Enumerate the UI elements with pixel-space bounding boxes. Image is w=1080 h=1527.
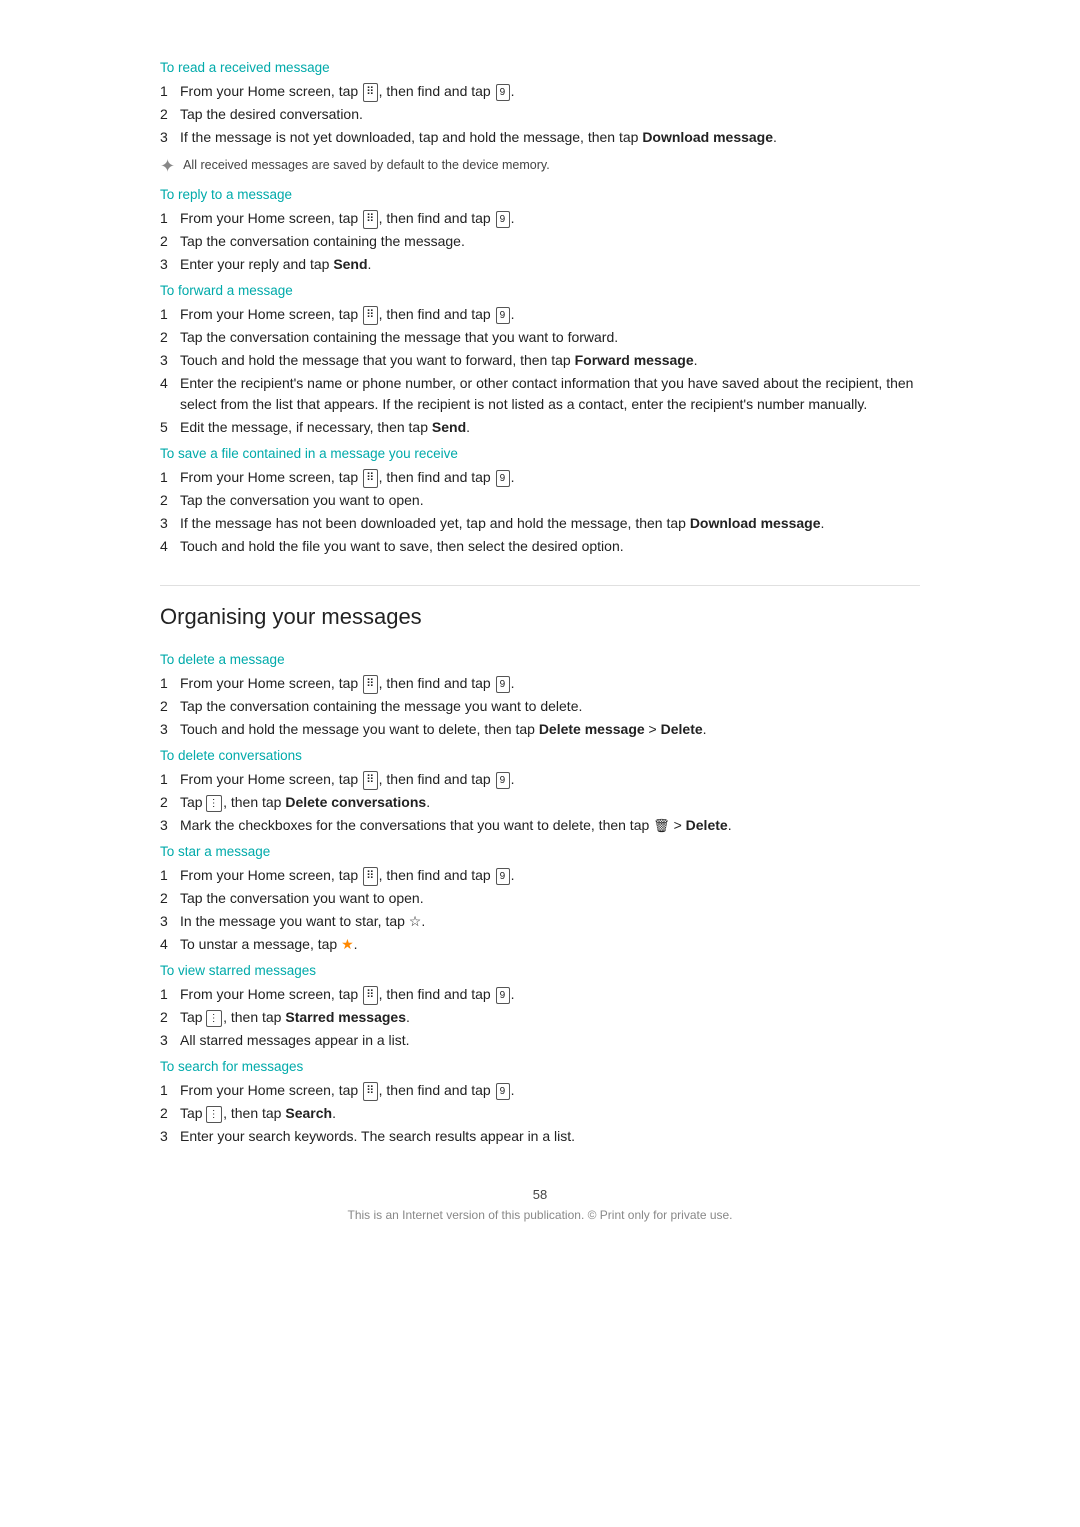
- step-star-2: 2 Tap the conversation you want to open.: [160, 888, 920, 909]
- step-vs-2: 2 Tap⋮, then tap Starred messages.: [160, 1007, 920, 1028]
- step-search-3: 3 Enter your search keywords. The search…: [160, 1126, 920, 1147]
- section-heading-reply: To reply to a message: [160, 187, 920, 202]
- step-read-3: 3 If the message is not yet downloaded, …: [160, 127, 920, 148]
- section-heading-view-starred: To view starred messages: [160, 963, 920, 978]
- steps-delete-msg: 1 From your Home screen, tap ⠿, then fin…: [160, 673, 920, 740]
- steps-search: 1 From your Home screen, tap ⠿, then fin…: [160, 1080, 920, 1147]
- section-star: To star a message 1 From your Home scree…: [160, 844, 920, 955]
- grid-icon: ⠿: [363, 675, 378, 694]
- section-delete-msg: To delete a message 1 From your Home scr…: [160, 652, 920, 740]
- section-heading-read: To read a received message: [160, 60, 920, 75]
- menu-icon: ⋮: [206, 1010, 223, 1027]
- section-heading-star: To star a message: [160, 844, 920, 859]
- section-heading-forward: To forward a message: [160, 283, 920, 298]
- trash-icon: 🗑: [653, 818, 670, 833]
- grid-icon: ⠿: [363, 771, 378, 790]
- steps-view-starred: 1 From your Home screen, tap ⠿, then fin…: [160, 984, 920, 1051]
- step-save-2: 2 Tap the conversation you want to open.: [160, 490, 920, 511]
- step-forward-5: 5 Edit the message, if necessary, then t…: [160, 417, 920, 438]
- tip-row: ✦ All received messages are saved by def…: [160, 156, 920, 177]
- step-star-4: 4 To unstar a message, tap ★.: [160, 934, 920, 955]
- section-read-received: To read a received message 1 From your H…: [160, 60, 920, 177]
- app-icon: 9: [496, 84, 510, 101]
- step-forward-2: 2 Tap the conversation containing the me…: [160, 327, 920, 348]
- step-forward-1: 1 From your Home screen, tap ⠿, then fin…: [160, 304, 920, 325]
- footer-note: This is an Internet version of this publ…: [160, 1208, 920, 1222]
- section-forward: To forward a message 1 From your Home sc…: [160, 283, 920, 438]
- step-save-3: 3 If the message has not been downloaded…: [160, 513, 920, 534]
- tip-text: All received messages are saved by defau…: [183, 156, 920, 175]
- app-icon: 9: [496, 470, 510, 487]
- menu-icon: ⋮: [206, 1106, 223, 1123]
- app-icon: 9: [496, 211, 510, 228]
- grid-icon: ⠿: [363, 210, 378, 229]
- step-del-1: 1 From your Home screen, tap ⠿, then fin…: [160, 673, 920, 694]
- step-star-1: 1 From your Home screen, tap ⠿, then fin…: [160, 865, 920, 886]
- step-delconv-1: 1 From your Home screen, tap ⠿, then fin…: [160, 769, 920, 790]
- step-del-3: 3 Touch and hold the message you want to…: [160, 719, 920, 740]
- step-search-1: 1 From your Home screen, tap ⠿, then fin…: [160, 1080, 920, 1101]
- grid-icon: ⠿: [363, 306, 378, 325]
- step-vs-3: 3 All starred messages appear in a list.: [160, 1030, 920, 1051]
- grid-icon: ⠿: [363, 469, 378, 488]
- grid-icon: ⠿: [363, 867, 378, 886]
- menu-icon: ⋮: [206, 795, 223, 812]
- section-delete-conv: To delete conversations 1 From your Home…: [160, 748, 920, 836]
- section-heading-save: To save a file contained in a message yo…: [160, 446, 920, 461]
- app-icon: 9: [496, 868, 510, 885]
- grid-icon: ⠿: [363, 83, 378, 102]
- step-del-2: 2 Tap the conversation containing the me…: [160, 696, 920, 717]
- star-filled-icon: ★: [341, 936, 354, 952]
- page: To read a received message 1 From your H…: [0, 0, 1080, 1527]
- section-save-file: To save a file contained in a message yo…: [160, 446, 920, 557]
- step-search-2: 2 Tap⋮, then tap Search.: [160, 1103, 920, 1124]
- steps-save: 1 From your Home screen, tap ⠿, then fin…: [160, 467, 920, 557]
- app-icon: 9: [496, 1083, 510, 1100]
- section-heading-search: To search for messages: [160, 1059, 920, 1074]
- step-vs-1: 1 From your Home screen, tap ⠿, then fin…: [160, 984, 920, 1005]
- steps-star: 1 From your Home screen, tap ⠿, then fin…: [160, 865, 920, 955]
- step-read-2: 2 Tap the desired conversation.: [160, 104, 920, 125]
- steps-delete-conv: 1 From your Home screen, tap ⠿, then fin…: [160, 769, 920, 836]
- step-forward-4: 4 Enter the recipient's name or phone nu…: [160, 373, 920, 415]
- page-footer: 58 This is an Internet version of this p…: [160, 1187, 920, 1222]
- step-save-4: 4 Touch and hold the file you want to sa…: [160, 536, 920, 557]
- app-icon: 9: [496, 307, 510, 324]
- step-forward-3: 3 Touch and hold the message that you wa…: [160, 350, 920, 371]
- chapter-divider: [160, 585, 920, 586]
- grid-icon: ⠿: [363, 986, 378, 1005]
- app-icon: 9: [496, 772, 510, 789]
- chapter-title: Organising your messages: [160, 604, 920, 630]
- section-heading-delete-msg: To delete a message: [160, 652, 920, 667]
- page-number: 58: [160, 1187, 920, 1202]
- step-reply-3: 3 Enter your reply and tap Send.: [160, 254, 920, 275]
- section-search: To search for messages 1 From your Home …: [160, 1059, 920, 1147]
- step-delconv-3: 3 Mark the checkboxes for the conversati…: [160, 815, 920, 836]
- section-view-starred: To view starred messages 1 From your Hom…: [160, 963, 920, 1051]
- step-reply-2: 2 Tap the conversation containing the me…: [160, 231, 920, 252]
- section-reply: To reply to a message 1 From your Home s…: [160, 187, 920, 275]
- step-save-1: 1 From your Home screen, tap ⠿, then fin…: [160, 467, 920, 488]
- step-read-1: 1 From your Home screen, tap ⠿, then fin…: [160, 81, 920, 102]
- step-delconv-2: 2 Tap⋮, then tap Delete conversations.: [160, 792, 920, 813]
- tip-icon: ✦: [160, 156, 175, 177]
- grid-icon: ⠿: [363, 1082, 378, 1101]
- steps-forward: 1 From your Home screen, tap ⠿, then fin…: [160, 304, 920, 438]
- steps-read: 1 From your Home screen, tap ⠿, then fin…: [160, 81, 920, 148]
- app-icon: 9: [496, 987, 510, 1004]
- app-icon: 9: [496, 676, 510, 693]
- step-reply-1: 1 From your Home screen, tap ⠿, then fin…: [160, 208, 920, 229]
- step-star-3: 3 In the message you want to star, tap ☆…: [160, 911, 920, 932]
- steps-reply: 1 From your Home screen, tap ⠿, then fin…: [160, 208, 920, 275]
- section-heading-delete-conv: To delete conversations: [160, 748, 920, 763]
